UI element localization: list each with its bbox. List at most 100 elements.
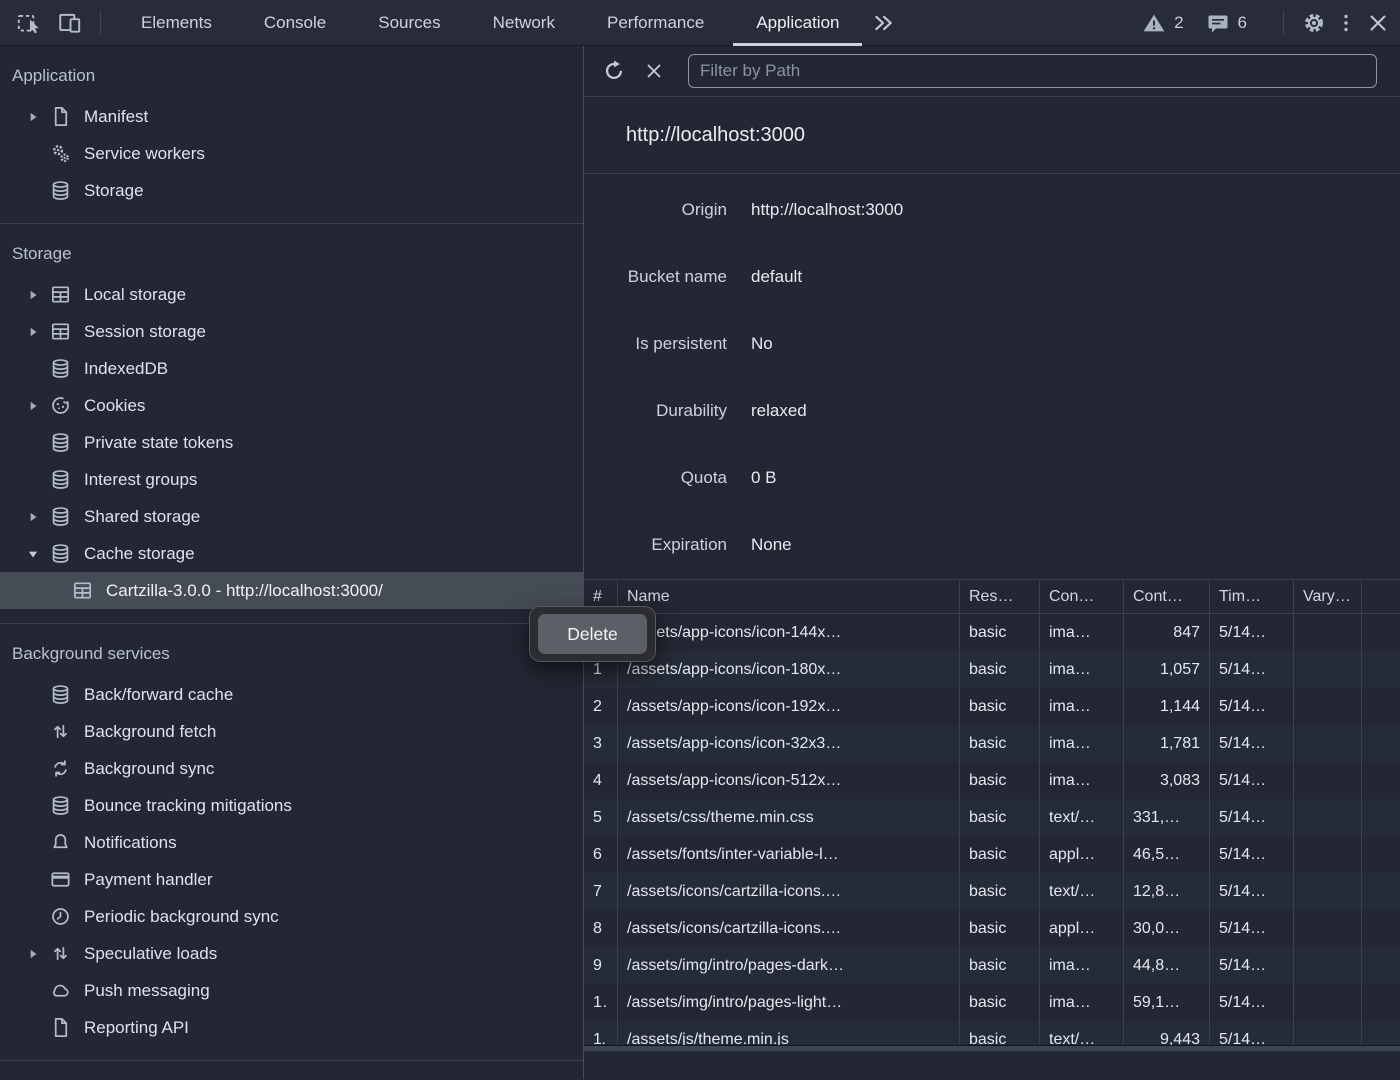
table-row[interactable]: 11/assets/js/theme.min.jsbasictext/…9,44… xyxy=(584,1021,1400,1045)
table-cell[interactable]: /assets/app-icons/icon-32x3… xyxy=(618,725,960,762)
sidebar-item-notifications[interactable]: Notifications xyxy=(0,824,583,861)
table-cell[interactable]: 4 xyxy=(584,762,618,799)
table-cell[interactable]: 1,057 xyxy=(1124,651,1210,688)
sidebar-item-reporting-api[interactable]: Reporting API xyxy=(0,1009,583,1046)
table-cell[interactable]: basic xyxy=(960,984,1040,1021)
chevron-right-icon[interactable] xyxy=(26,325,48,339)
tab-elements[interactable]: Elements xyxy=(115,0,238,46)
table-row[interactable]: 5/assets/css/theme.min.cssbasictext/…331… xyxy=(584,799,1400,836)
table-cell[interactable] xyxy=(1294,725,1362,762)
tab-application[interactable]: Application xyxy=(730,0,865,46)
table-cell[interactable]: 8 xyxy=(584,910,618,947)
table-row[interactable]: 0/assets/app-icons/icon-144x…basicima…84… xyxy=(584,614,1400,651)
table-cell[interactable]: 46,5… xyxy=(1124,836,1210,873)
chevron-right-icon[interactable] xyxy=(26,110,48,124)
table-cell[interactable]: 5/14… xyxy=(1210,836,1294,873)
table-cell[interactable]: ima… xyxy=(1040,984,1124,1021)
table-row[interactable]: 3/assets/app-icons/icon-32x3…basicima…1,… xyxy=(584,725,1400,762)
table-row[interactable]: 9/assets/img/intro/pages-dark…basicima…4… xyxy=(584,947,1400,984)
table-cell[interactable]: 5/14… xyxy=(1210,873,1294,910)
table-cell[interactable]: basic xyxy=(960,1021,1040,1045)
table-cell[interactable]: 5 xyxy=(584,799,618,836)
table-cell[interactable]: 9 xyxy=(584,947,618,984)
sidebar-item-session-storage[interactable]: Session storage xyxy=(0,313,583,350)
table-cell[interactable]: 44,8… xyxy=(1124,947,1210,984)
kebab-menu-icon[interactable] xyxy=(1330,7,1362,39)
table-cell[interactable]: basic xyxy=(960,762,1040,799)
table-cell[interactable]: /assets/app-icons/icon-180x… xyxy=(618,651,960,688)
table-cell[interactable]: 59,1… xyxy=(1124,984,1210,1021)
column-header-name[interactable]: Name xyxy=(618,580,960,613)
settings-gear-icon[interactable] xyxy=(1298,7,1330,39)
table-cell[interactable]: /assets/app-icons/icon-512x… xyxy=(618,762,960,799)
sidebar-item-background-fetch[interactable]: Background fetch xyxy=(0,713,583,750)
sidebar-item-back-forward-cache[interactable]: Back/forward cache xyxy=(0,676,583,713)
table-cell[interactable]: ima… xyxy=(1040,614,1124,651)
table-cell[interactable]: 331,… xyxy=(1124,799,1210,836)
sidebar-item-service-workers[interactable]: Service workers xyxy=(0,135,583,172)
sidebar-item-cache-storage[interactable]: Cache storage xyxy=(0,535,583,572)
table-cell[interactable]: ima… xyxy=(1040,947,1124,984)
chevron-right-icon[interactable] xyxy=(26,510,48,524)
table-cell[interactable]: 5/14… xyxy=(1210,947,1294,984)
table-cell[interactable]: basic xyxy=(960,799,1040,836)
chevron-right-icon[interactable] xyxy=(26,399,48,413)
tab-console[interactable]: Console xyxy=(238,0,352,46)
table-row[interactable]: 1…/assets/img/intro/pages-light…basicima… xyxy=(584,984,1400,1021)
table-cell[interactable]: 9,443 xyxy=(1124,1021,1210,1045)
sidebar-item-manifest[interactable]: Manifest xyxy=(0,98,583,135)
table-cell[interactable]: 5/14… xyxy=(1210,910,1294,947)
sidebar-item-local-storage[interactable]: Local storage xyxy=(0,276,583,313)
table-cell[interactable]: basic xyxy=(960,947,1040,984)
table-cell[interactable]: basic xyxy=(960,910,1040,947)
table-cell[interactable]: /assets/app-icons/icon-144x… xyxy=(618,614,960,651)
sidebar-item-private-state-tokens[interactable]: Private state tokens xyxy=(0,424,583,461)
table-cell[interactable]: 5/14… xyxy=(1210,1021,1294,1045)
tab-performance[interactable]: Performance xyxy=(581,0,730,46)
table-row[interactable]: 4/assets/app-icons/icon-512x…basicima…3,… xyxy=(584,762,1400,799)
warnings-badge[interactable]: 2 xyxy=(1142,11,1183,35)
table-cell[interactable] xyxy=(1294,873,1362,910)
table-cell[interactable]: /assets/img/intro/pages-dark… xyxy=(618,947,960,984)
table-row[interactable]: 7/assets/icons/cartzilla-icons.…basictex… xyxy=(584,873,1400,910)
table-cell[interactable]: /assets/app-icons/icon-192x… xyxy=(618,688,960,725)
table-cell[interactable] xyxy=(1294,614,1362,651)
table-row[interactable]: 1/assets/app-icons/icon-180x…basicima…1,… xyxy=(584,651,1400,688)
sidebar-item-bounce-tracking-mitigations[interactable]: Bounce tracking mitigations xyxy=(0,787,583,824)
table-cell[interactable]: ima… xyxy=(1040,762,1124,799)
table-cell[interactable]: ima… xyxy=(1040,688,1124,725)
inspect-element-icon[interactable] xyxy=(12,7,44,39)
sidebar-item-background-sync[interactable]: Background sync xyxy=(0,750,583,787)
column-header-con[interactable]: Con… xyxy=(1040,580,1124,613)
table-cell[interactable] xyxy=(1294,836,1362,873)
table-cell[interactable] xyxy=(1294,1021,1362,1045)
table-cell[interactable]: basic xyxy=(960,614,1040,651)
sidebar-item-indexeddb[interactable]: IndexedDB xyxy=(0,350,583,387)
tab-sources[interactable]: Sources xyxy=(352,0,466,46)
column-header-res[interactable]: Res… xyxy=(960,580,1040,613)
device-toolbar-icon[interactable] xyxy=(54,7,86,39)
tab-network[interactable]: Network xyxy=(467,0,581,46)
table-cell[interactable]: 12,8… xyxy=(1124,873,1210,910)
table-cell[interactable]: 30,0… xyxy=(1124,910,1210,947)
table-cell[interactable]: 5/14… xyxy=(1210,688,1294,725)
sidebar-item-cookies[interactable]: Cookies xyxy=(0,387,583,424)
table-cell[interactable]: basic xyxy=(960,725,1040,762)
column-header-vary[interactable]: Vary… xyxy=(1294,580,1362,613)
chevron-down-icon[interactable] xyxy=(26,547,48,561)
table-cell[interactable] xyxy=(1294,910,1362,947)
table-cell[interactable]: 5/14… xyxy=(1210,725,1294,762)
table-row[interactable]: 2/assets/app-icons/icon-192x…basicima…1,… xyxy=(584,688,1400,725)
table-cell[interactable]: /assets/css/theme.min.css xyxy=(618,799,960,836)
table-cell[interactable]: 5/14… xyxy=(1210,799,1294,836)
table-cell[interactable]: 3,083 xyxy=(1124,762,1210,799)
table-cell[interactable] xyxy=(1294,688,1362,725)
table-cell[interactable]: basic xyxy=(960,688,1040,725)
table-cell[interactable]: ima… xyxy=(1040,651,1124,688)
refresh-icon[interactable] xyxy=(598,55,630,87)
table-cell[interactable]: 5/14… xyxy=(1210,651,1294,688)
table-cell[interactable]: 3 xyxy=(584,725,618,762)
console-messages-badge[interactable]: 6 xyxy=(1206,11,1247,35)
sidebar-item-storage[interactable]: Storage xyxy=(0,172,583,209)
table-cell[interactable]: 5/14… xyxy=(1210,762,1294,799)
